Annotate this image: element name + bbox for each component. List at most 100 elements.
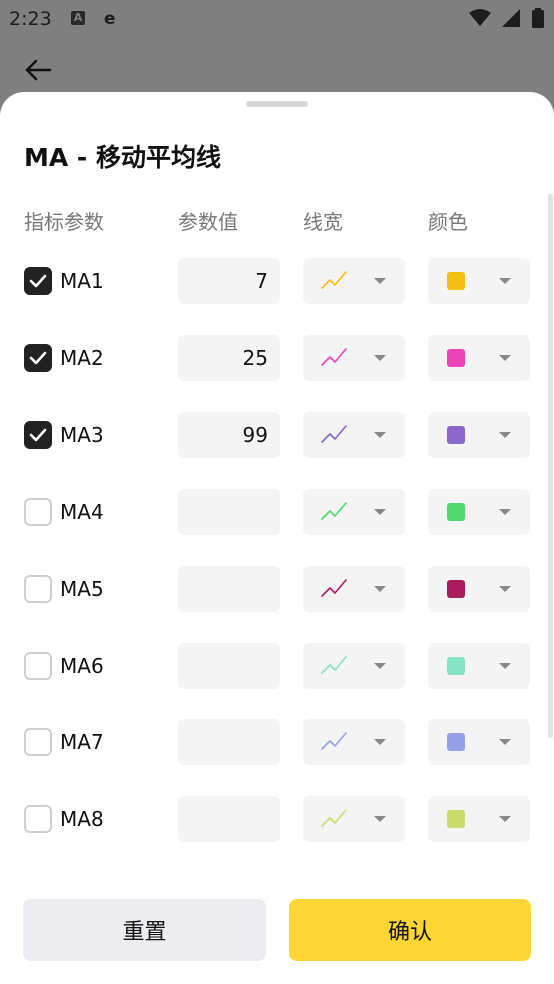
checkmark-icon bbox=[29, 428, 47, 442]
line-chart-icon bbox=[321, 271, 347, 289]
status-time: 2:23 bbox=[9, 8, 52, 30]
reset-button[interactable]: 重置 bbox=[23, 899, 266, 961]
status-bar: 2:23 A e bbox=[0, 0, 554, 38]
caret-down-icon bbox=[374, 431, 386, 438]
line-width-select[interactable] bbox=[303, 796, 405, 843]
checkmark-icon bbox=[29, 351, 47, 365]
line-width-select[interactable] bbox=[303, 719, 405, 766]
caret-down-icon bbox=[499, 508, 511, 515]
param-value-input[interactable]: 7 bbox=[178, 258, 280, 304]
indicator-row: MA2 25 bbox=[0, 334, 554, 381]
param-value-input[interactable] bbox=[178, 488, 280, 535]
line-chart-icon bbox=[321, 732, 347, 751]
color-select[interactable] bbox=[428, 565, 530, 612]
caret-down-icon bbox=[499, 585, 511, 592]
line-chart-icon bbox=[321, 424, 347, 443]
caret-down-icon bbox=[499, 816, 511, 823]
caret-down-icon bbox=[499, 662, 511, 669]
color-swatch bbox=[447, 425, 465, 444]
app-a-icon: A bbox=[71, 11, 85, 25]
indicator-checkbox[interactable] bbox=[24, 728, 52, 757]
line-chart-icon bbox=[321, 655, 347, 674]
indicator-label: MA5 bbox=[60, 576, 104, 601]
indicator-label: MA7 bbox=[60, 730, 104, 755]
arrow-left-icon bbox=[25, 59, 52, 81]
line-chart-icon bbox=[321, 348, 347, 366]
caret-down-icon bbox=[374, 739, 386, 746]
color-swatch bbox=[447, 656, 465, 675]
param-value-input[interactable]: 25 bbox=[178, 334, 280, 381]
line-width-select[interactable] bbox=[303, 565, 405, 612]
column-header-param-name: 指标参数 bbox=[24, 210, 104, 234]
caret-down-icon bbox=[374, 354, 386, 361]
indicator-checkbox[interactable] bbox=[24, 651, 52, 680]
browser-e-icon: e bbox=[104, 9, 116, 29]
color-select[interactable] bbox=[428, 719, 530, 766]
caret-down-icon bbox=[374, 278, 386, 284]
indicator-checkbox[interactable] bbox=[24, 805, 52, 834]
cellular-signal-icon bbox=[502, 9, 521, 27]
caret-down-icon bbox=[374, 816, 386, 823]
indicator-label: MA3 bbox=[60, 422, 104, 447]
caret-down-icon bbox=[499, 354, 511, 361]
back-button[interactable] bbox=[24, 58, 52, 86]
column-header-line-width: 线宽 bbox=[303, 210, 343, 234]
color-select[interactable] bbox=[428, 411, 530, 458]
color-select[interactable] bbox=[428, 796, 530, 843]
color-select[interactable] bbox=[428, 258, 530, 304]
indicator-checkbox[interactable] bbox=[24, 343, 52, 372]
color-swatch bbox=[447, 579, 465, 598]
indicator-label: MA2 bbox=[60, 345, 104, 370]
color-select[interactable] bbox=[428, 488, 530, 535]
checkmark-icon bbox=[29, 274, 47, 288]
indicator-row: MA1 7 bbox=[0, 258, 554, 304]
indicator-label: MA4 bbox=[60, 499, 104, 524]
line-width-select[interactable] bbox=[303, 334, 405, 381]
indicator-checkbox[interactable] bbox=[24, 497, 52, 526]
line-chart-icon bbox=[321, 578, 347, 597]
param-value-input[interactable] bbox=[178, 719, 280, 766]
indicator-row: MA5 bbox=[0, 565, 554, 612]
caret-down-icon bbox=[499, 278, 511, 284]
caret-down-icon bbox=[499, 739, 511, 746]
indicator-row: MA3 99 bbox=[0, 411, 554, 458]
battery-icon bbox=[532, 8, 544, 28]
caret-down-icon bbox=[499, 431, 511, 438]
color-swatch bbox=[447, 272, 465, 290]
color-swatch bbox=[447, 502, 465, 521]
param-value-input[interactable] bbox=[178, 796, 280, 843]
line-width-select[interactable] bbox=[303, 488, 405, 535]
caret-down-icon bbox=[374, 585, 386, 592]
confirm-button[interactable]: 确认 bbox=[289, 899, 531, 961]
indicator-row: MA4 bbox=[0, 488, 554, 535]
line-width-select[interactable] bbox=[303, 642, 405, 689]
param-value-input[interactable]: 99 bbox=[178, 411, 280, 458]
indicator-label: MA8 bbox=[60, 807, 104, 832]
color-select[interactable] bbox=[428, 642, 530, 689]
param-value-input[interactable] bbox=[178, 642, 280, 689]
line-chart-icon bbox=[321, 501, 347, 520]
column-header-param-value: 参数值 bbox=[178, 210, 238, 234]
indicator-row: MA6 bbox=[0, 642, 554, 689]
caret-down-icon bbox=[374, 508, 386, 515]
wifi-icon bbox=[468, 9, 491, 26]
line-width-select[interactable] bbox=[303, 258, 405, 304]
sheet-title: MA - 移动平均线 bbox=[24, 143, 222, 172]
indicator-checkbox[interactable] bbox=[24, 574, 52, 603]
indicator-checkbox[interactable] bbox=[24, 420, 52, 449]
color-select[interactable] bbox=[428, 334, 530, 381]
status-indicators bbox=[463, 7, 544, 29]
color-swatch bbox=[447, 810, 465, 829]
indicator-label: MA1 bbox=[60, 269, 104, 293]
indicator-row: MA8 bbox=[0, 796, 554, 843]
sheet-drag-handle[interactable] bbox=[246, 101, 308, 107]
param-value-input[interactable] bbox=[178, 565, 280, 612]
line-width-select[interactable] bbox=[303, 411, 405, 458]
column-header-color: 颜色 bbox=[428, 210, 468, 234]
color-swatch bbox=[447, 348, 465, 367]
line-chart-icon bbox=[321, 809, 347, 828]
bottom-sheet: MA - 移动平均线 指标参数 参数值 线宽 颜色 MA1 7 MA2 25 MA3 99… bbox=[0, 92, 554, 984]
indicator-checkbox[interactable] bbox=[24, 267, 52, 295]
indicator-label: MA6 bbox=[60, 653, 104, 678]
color-swatch bbox=[447, 733, 465, 752]
